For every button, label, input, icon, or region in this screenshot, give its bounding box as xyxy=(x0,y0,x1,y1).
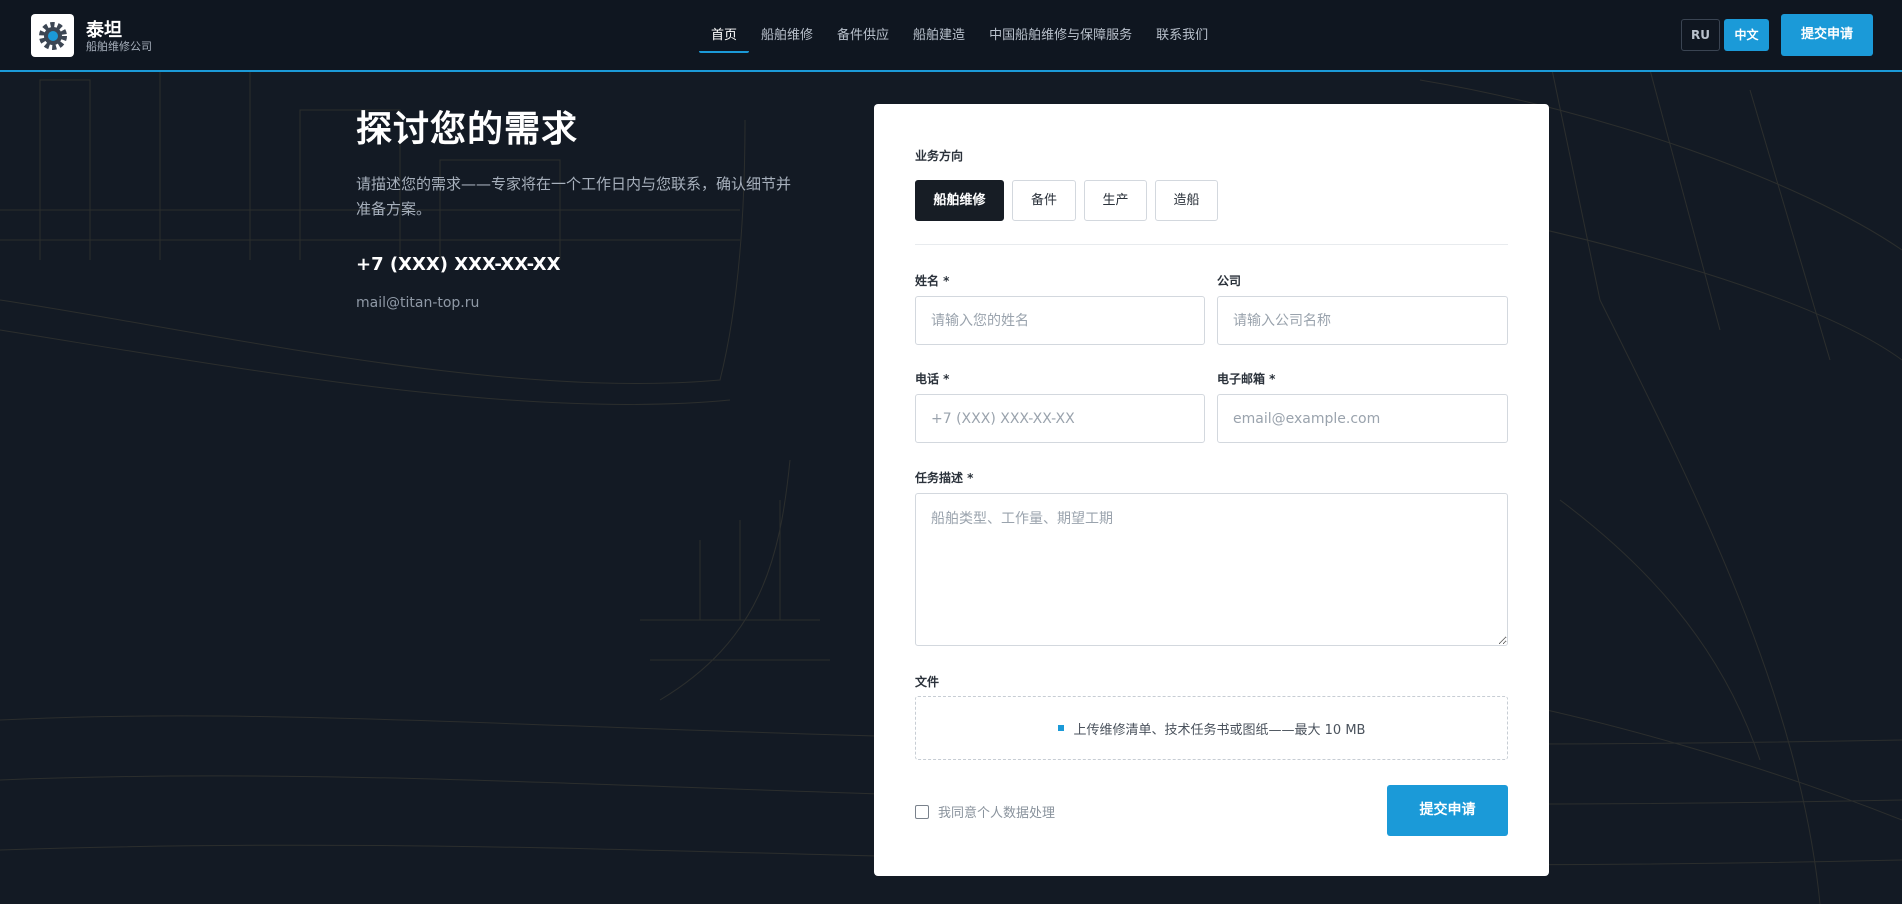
email-input[interactable] xyxy=(1217,394,1508,443)
direction-production[interactable]: 生产 xyxy=(1084,180,1147,221)
gear-icon xyxy=(38,21,67,50)
name-input[interactable] xyxy=(915,296,1205,345)
main-nav: 首页 船舶维修 备件供应 船舶建造 中国船舶维修与保障服务 联系我们 xyxy=(699,0,1220,72)
logo[interactable] xyxy=(31,14,74,57)
consent-checkbox-row[interactable]: 我同意个人数据处理 xyxy=(915,802,1055,821)
phone-label: 电话 * xyxy=(915,372,950,386)
hero-section: 探讨您的需求 请描述您的需求——专家将在一个工作日内与您联系，确认细节并准备方案… xyxy=(356,100,796,311)
consent-checkbox[interactable] xyxy=(915,804,929,819)
page-title: 探讨您的需求 xyxy=(356,109,579,150)
consent-label: 我同意个人数据处理 xyxy=(938,806,1056,821)
files-label: 文件 xyxy=(915,675,940,689)
nav-ship-repair[interactable]: 船舶维修 xyxy=(749,19,825,53)
nav-home[interactable]: 首页 xyxy=(699,19,750,53)
direction-shipbuilding[interactable]: 造船 xyxy=(1155,180,1218,221)
lang-ru-button[interactable]: RU xyxy=(1681,19,1720,51)
file-dropzone[interactable]: 上传维修清单、技术任务书或图纸——最大 10 MB xyxy=(915,696,1508,760)
nav-china-service[interactable]: 中国船舶维修与保障服务 xyxy=(977,19,1144,53)
brand-subtitle: 船舶维修公司 xyxy=(86,40,152,53)
divider xyxy=(915,244,1508,245)
nav-shipbuilding[interactable]: 船舶建造 xyxy=(901,19,977,53)
email-label: 电子邮箱 * xyxy=(1217,372,1276,386)
nav-contacts[interactable]: 联系我们 xyxy=(1144,19,1220,53)
site-header: 泰坦 船舶维修公司 首页 船舶维修 备件供应 船舶建造 中国船舶维修与保障服务 … xyxy=(0,0,1902,72)
request-form: 业务方向 船舶维修 备件 生产 造船 姓名 * 公司 电话 * 电子邮箱 * 任… xyxy=(874,104,1549,876)
phone-input[interactable] xyxy=(915,394,1205,443)
company-label: 公司 xyxy=(1217,274,1242,288)
lang-zh-button[interactable]: 中文 xyxy=(1724,19,1769,51)
direction-spare-parts[interactable]: 备件 xyxy=(1012,180,1076,221)
contact-phone[interactable]: +7 (XXX) XXX-XX-XX xyxy=(356,254,796,275)
upload-icon xyxy=(1057,725,1064,731)
file-hint: 上传维修清单、技术任务书或图纸——最大 10 MB xyxy=(1073,722,1366,738)
nav-spare-parts[interactable]: 备件供应 xyxy=(825,19,901,53)
direction-label: 业务方向 xyxy=(915,149,964,163)
company-input[interactable] xyxy=(1217,296,1508,345)
header-submit-button[interactable]: 提交申请 xyxy=(1781,14,1873,56)
name-label: 姓名 * xyxy=(915,274,950,288)
direction-ship-repair[interactable]: 船舶维修 xyxy=(915,180,1004,221)
task-label: 任务描述 * xyxy=(915,471,974,485)
task-textarea[interactable] xyxy=(915,493,1508,646)
hero-description: 请描述您的需求——专家将在一个工作日内与您联系，确认细节并准备方案。 xyxy=(356,175,792,218)
contact-email[interactable]: mail@titan-top.ru xyxy=(356,295,796,311)
submit-button[interactable]: 提交申请 xyxy=(1387,785,1508,836)
